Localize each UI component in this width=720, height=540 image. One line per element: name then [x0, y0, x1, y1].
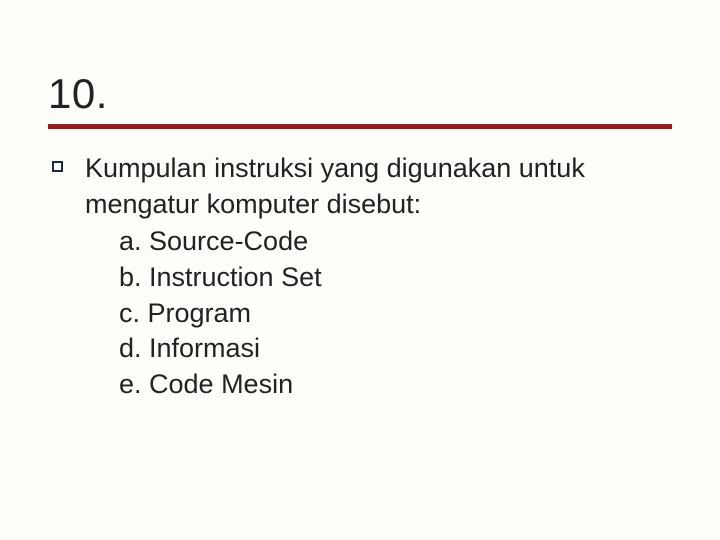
- option-a: a. Source-Code: [119, 224, 672, 260]
- option-c: c. Program: [119, 296, 672, 332]
- content: Kumpulan instruksi yang digunakan untuk …: [85, 151, 672, 402]
- square-bullet-icon: [52, 161, 63, 172]
- title-underline: [48, 124, 672, 129]
- options-list: a. Source-Code b. Instruction Set c. Pro…: [85, 224, 672, 402]
- option-e: e. Code Mesin: [119, 367, 672, 403]
- question-text: Kumpulan instruksi yang digunakan untuk …: [85, 151, 672, 222]
- option-d: d. Informasi: [119, 331, 672, 367]
- option-b: b. Instruction Set: [119, 260, 672, 296]
- body: Kumpulan instruksi yang digunakan untuk …: [48, 151, 672, 402]
- slide-title: 10.: [48, 70, 672, 118]
- slide: 10. Kumpulan instruksi yang digunakan un…: [0, 0, 720, 540]
